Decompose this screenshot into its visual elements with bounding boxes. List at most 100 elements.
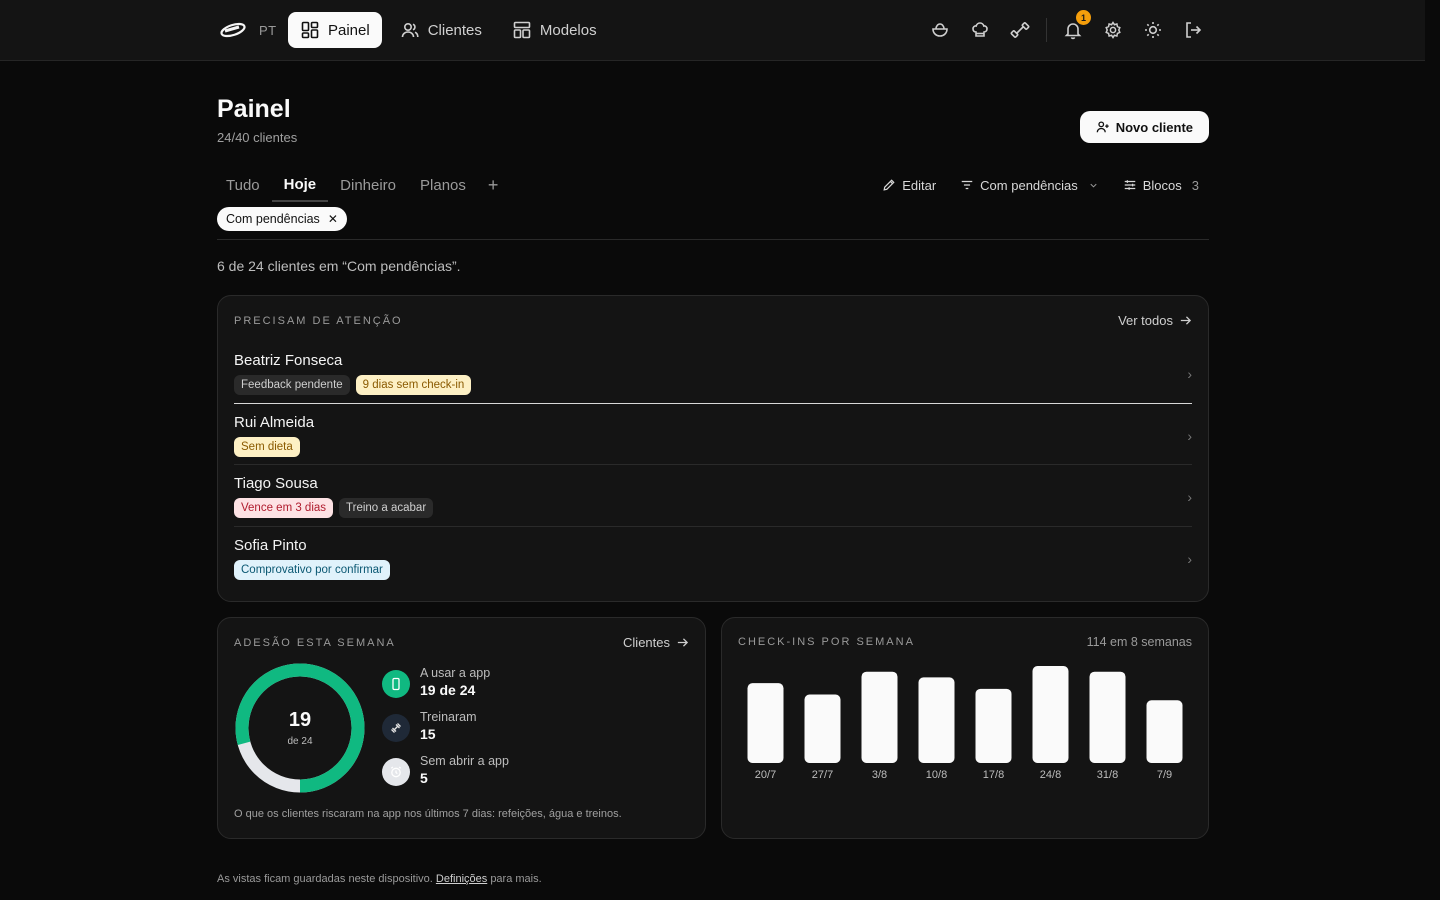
- nav-modelos[interactable]: Modelos: [500, 12, 609, 48]
- theme-toggle-button[interactable]: [1139, 16, 1167, 44]
- list-item[interactable]: Beatriz Fonseca Feedback pendente 9 dias…: [234, 342, 1192, 404]
- chef-hat-icon: [972, 22, 988, 37]
- clients-link-label: Clientes: [623, 635, 670, 650]
- x-tick-label: 3/8: [872, 769, 887, 781]
- client-name: Rui Almeida: [234, 413, 315, 431]
- chart-bar[interactable]: [975, 688, 1012, 763]
- stat-label: A usar a app: [420, 666, 491, 680]
- chart-bar[interactable]: [747, 683, 784, 763]
- blocks-count: 3: [1191, 177, 1199, 193]
- chevron-right-icon: ›: [1187, 366, 1192, 382]
- stat-value: 5: [420, 770, 428, 786]
- arrow-right-icon: [1180, 316, 1192, 325]
- view-tabs-row: Tudo Hoje Dinheiro Planos + Editar Com p…: [217, 168, 1209, 202]
- stat-label: Treinaram: [420, 710, 477, 724]
- list-item[interactable]: Tiago Sousa Vence em 3 dias Treino a aca…: [234, 465, 1192, 527]
- training-button[interactable]: [1006, 16, 1034, 44]
- top-navigation-bar: PT Painel Clientes Modelos 1: [0, 0, 1425, 61]
- language-tag[interactable]: PT: [259, 23, 277, 38]
- client-name: Sofia Pinto: [234, 536, 307, 554]
- adherence-card: ADESÃO ESTA SEMANA Clientes 19 de 24 A u…: [217, 617, 706, 839]
- attention-list: Beatriz Fonseca Feedback pendente 9 dias…: [234, 342, 1192, 588]
- scrollbar-track[interactable]: [1425, 0, 1440, 900]
- new-client-button[interactable]: Novo cliente: [1079, 111, 1209, 143]
- filter-chip[interactable]: Com pendências ✕: [217, 207, 347, 231]
- blocks-button[interactable]: Blocos 3: [1123, 178, 1199, 193]
- add-tab-button[interactable]: +: [478, 168, 509, 202]
- footer-note: As vistas ficam guardadas neste disposit…: [217, 873, 542, 885]
- nutrition-button[interactable]: [926, 16, 954, 44]
- stat-value: 15: [420, 726, 436, 742]
- see-all-label: Ver todos: [1118, 313, 1173, 328]
- checkins-card: CHECK-INS POR SEMANA 114 em 8 semanas 20…: [721, 617, 1209, 839]
- chevron-down-icon: [1090, 183, 1097, 188]
- notifications-button[interactable]: 1: [1059, 10, 1091, 44]
- stat-not-opened: Sem abrir a app 5: [382, 754, 509, 798]
- settings-button[interactable]: [1099, 16, 1127, 44]
- tab-planos[interactable]: Planos: [408, 168, 478, 202]
- status-badge: Feedback pendente: [234, 375, 350, 395]
- status-badge: Comprovativo por confirmar: [234, 559, 390, 580]
- logout-icon: [1186, 22, 1202, 38]
- adherence-label: ADESÃO ESTA SEMANA: [234, 636, 396, 649]
- nav-modelos-label: Modelos: [539, 21, 597, 39]
- nav-clientes-label: Clientes: [427, 21, 482, 39]
- stat-using-app: A usar a app 19 de 24: [382, 666, 509, 710]
- user-plus-icon: [1096, 121, 1109, 133]
- list-item[interactable]: Sofia Pinto Comprovativo por confirmar ›: [234, 527, 1192, 589]
- layout-icon: [513, 21, 531, 39]
- see-all-link[interactable]: Ver todos: [1118, 313, 1192, 328]
- bowl-icon: [932, 23, 948, 37]
- chart-bar[interactable]: [1146, 700, 1183, 763]
- edit-view-button[interactable]: Editar: [882, 178, 936, 193]
- sun-icon: [1145, 22, 1161, 38]
- x-tick-label: 27/7: [812, 769, 833, 781]
- list-item[interactable]: Rui Almeida Sem dieta ›: [234, 404, 1192, 465]
- logout-button[interactable]: [1179, 16, 1207, 44]
- chef-button[interactable]: [966, 16, 994, 44]
- x-tick-label: 31/8: [1097, 769, 1118, 781]
- status-badge: Treino a acabar: [339, 498, 434, 518]
- gear-icon: [1105, 21, 1121, 39]
- blocks-label: Blocos: [1142, 177, 1182, 193]
- nav-painel-label: Painel: [328, 21, 370, 39]
- tab-dinheiro[interactable]: Dinheiro: [328, 168, 408, 202]
- clients-link[interactable]: Clientes: [623, 635, 689, 650]
- chart-bar[interactable]: [861, 671, 898, 763]
- nav-painel[interactable]: Painel: [288, 12, 382, 48]
- dashboard-main: Painel 24/40 clientes Novo cliente Tudo …: [217, 90, 1209, 839]
- dumbbell-icon: [382, 714, 410, 742]
- brand[interactable]: PT: [219, 18, 277, 42]
- notification-badge: 1: [1076, 10, 1091, 25]
- chevron-right-icon: ›: [1187, 489, 1192, 505]
- topbar-actions: 1: [926, 10, 1219, 44]
- chart-bar[interactable]: [804, 694, 841, 763]
- stat-value: 19 de 24: [420, 682, 476, 698]
- x-tick-label: 17/8: [983, 769, 1004, 781]
- filter-lines-icon: [961, 180, 973, 190]
- new-client-label: Novo cliente: [1115, 119, 1193, 135]
- filter-dropdown[interactable]: Com pendências: [960, 178, 1099, 193]
- filter-chip-label: Com pendências: [226, 212, 320, 226]
- chart-bar[interactable]: [1032, 666, 1069, 763]
- result-summary: 6 de 24 clientes em “Com pendências”.: [217, 258, 461, 274]
- chevron-right-icon: ›: [1187, 550, 1192, 567]
- tab-tudo[interactable]: Tudo: [217, 168, 272, 202]
- chevron-right-icon: ›: [1187, 427, 1192, 444]
- grid-icon: [301, 21, 319, 39]
- chart-bar[interactable]: [1089, 671, 1126, 763]
- adherence-stats: A usar a app 19 de 24 Treinaram 15 Sem a…: [382, 666, 509, 798]
- settings-link[interactable]: Definições: [436, 873, 487, 885]
- phone-icon: [382, 670, 410, 698]
- footer-text: As vistas ficam guardadas neste disposit…: [217, 873, 433, 885]
- active-filters: Com pendências ✕: [217, 207, 1209, 240]
- main-nav: Painel Clientes Modelos: [288, 12, 609, 48]
- attention-label: PRECISAM DE ATENÇÃO: [234, 314, 403, 327]
- client-count: 24/40 clientes: [217, 130, 298, 145]
- tab-hoje[interactable]: Hoje: [271, 168, 329, 202]
- chart-bar[interactable]: [918, 677, 955, 763]
- view-tools: Editar Com pendências Blocos 3: [882, 168, 1199, 202]
- page-title: Painel: [217, 95, 291, 123]
- nav-clientes[interactable]: Clientes: [388, 12, 494, 48]
- close-icon[interactable]: ✕: [328, 212, 338, 226]
